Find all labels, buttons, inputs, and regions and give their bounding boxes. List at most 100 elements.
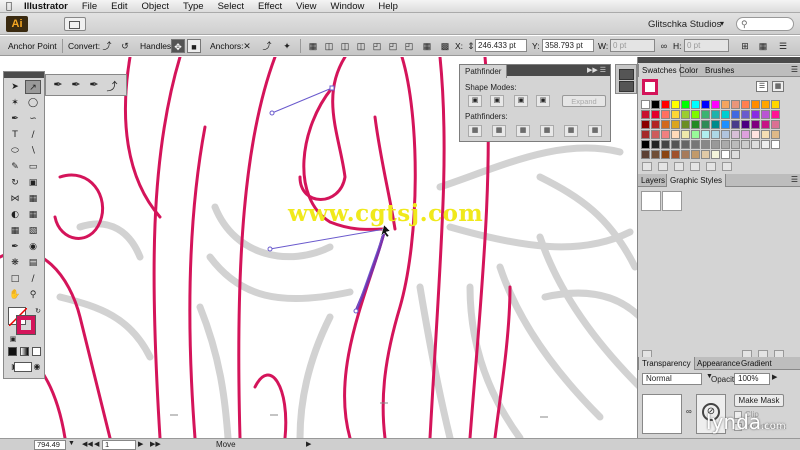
color-swatch[interactable] — [681, 110, 690, 119]
menu-effect[interactable]: Effect — [258, 1, 282, 12]
color-swatch[interactable] — [761, 130, 770, 139]
color-swatch[interactable] — [751, 110, 760, 119]
pen-tool-icon[interactable]: ✒ — [50, 78, 66, 92]
artboard-field[interactable]: 1 — [102, 440, 136, 450]
h-field[interactable]: 0 pt — [684, 39, 729, 52]
ellipse-tool-icon[interactable]: ⬭ — [7, 144, 23, 158]
color-swatch[interactable] — [701, 120, 710, 129]
color-swatch[interactable] — [671, 110, 680, 119]
color-swatch[interactable] — [741, 140, 750, 149]
list-view-icon[interactable]: ☰ — [756, 81, 768, 92]
color-swatch[interactable] — [701, 140, 710, 149]
type-tool-icon[interactable]: T — [7, 128, 23, 142]
zoom-caret-icon[interactable]: ▼ — [68, 440, 75, 447]
show-kinds-icon[interactable] — [658, 162, 668, 171]
color-swatch[interactable] — [721, 120, 730, 129]
blend-mode-select[interactable]: Normal — [642, 373, 702, 385]
tab-swatches[interactable]: Swatches — [638, 64, 681, 77]
color-swatch[interactable] — [751, 130, 760, 139]
color-swatch[interactable] — [711, 100, 720, 109]
color-swatch[interactable] — [691, 120, 700, 129]
grid-view-icon[interactable]: ▦ — [772, 81, 784, 92]
color-swatch[interactable] — [641, 120, 650, 129]
color-swatch[interactable] — [681, 100, 690, 109]
menu-type[interactable]: Type — [183, 1, 204, 12]
color-mode-button[interactable] — [8, 347, 17, 356]
align-center-icon[interactable]: ◫ — [338, 39, 352, 53]
cut-path-icon[interactable]: ✦ — [280, 39, 294, 53]
delete-swatch-icon[interactable] — [722, 162, 732, 171]
minus-back-button[interactable]: ▦ — [588, 125, 602, 137]
color-swatch[interactable] — [681, 140, 690, 149]
color-swatch[interactable] — [641, 140, 650, 149]
panel-menu-icon[interactable]: ☰ — [776, 39, 790, 53]
apple-icon[interactable]:  — [6, 1, 12, 12]
new-color-group-icon[interactable] — [690, 162, 700, 171]
symbol-sprayer-tool-icon[interactable]: ❋ — [7, 256, 23, 270]
color-swatch[interactable] — [651, 130, 660, 139]
tab-layers[interactable]: Layers — [638, 174, 668, 187]
blob-brush-tool-icon[interactable]: ✎ — [7, 160, 23, 174]
color-swatch[interactable] — [751, 100, 760, 109]
next-artboard-icon[interactable]: ▶ — [138, 440, 143, 448]
gradient-mode-button[interactable] — [20, 347, 29, 356]
collapsed-panel-icon[interactable] — [619, 81, 634, 92]
anchor-point-tool-icon[interactable]: ⤴ — [104, 78, 120, 93]
curvature-tool-icon[interactable]: ∽ — [25, 112, 41, 126]
color-swatch[interactable] — [721, 130, 730, 139]
new-swatch-icon[interactable] — [706, 162, 716, 171]
align-left-icon[interactable]: ◫ — [322, 39, 336, 53]
color-swatch[interactable] — [691, 150, 700, 159]
connect-anchor-icon[interactable]: ⤴ — [260, 39, 274, 53]
panel-collapse-icon[interactable]: ▶▶ ☰ — [587, 66, 606, 74]
lasso-tool-icon[interactable]: ◯ — [25, 96, 41, 110]
exclude-button[interactable]: ▣ — [536, 95, 550, 107]
show-handles-icon[interactable]: ✥ — [171, 39, 185, 53]
object-thumbnail[interactable] — [642, 394, 682, 434]
collapsed-panel-icon[interactable] — [619, 69, 634, 80]
free-transform-tool-icon[interactable]: ▦ — [25, 192, 41, 206]
make-mask-button[interactable]: Make Mask — [734, 394, 784, 407]
color-swatch[interactable] — [651, 100, 660, 109]
color-swatch[interactable] — [671, 120, 680, 129]
swap-fill-stroke-icon[interactable]: ↻ — [30, 304, 46, 318]
color-swatch[interactable] — [661, 100, 670, 109]
tab-brushes[interactable]: Brushes — [702, 64, 737, 77]
color-swatch[interactable] — [771, 140, 780, 149]
color-swatch[interactable] — [731, 140, 740, 149]
color-swatch[interactable] — [721, 140, 730, 149]
align-to-icon[interactable]: ▦ — [420, 39, 434, 53]
color-swatch[interactable] — [671, 100, 680, 109]
tools-panel-header[interactable] — [4, 72, 44, 78]
color-swatch[interactable] — [731, 130, 740, 139]
perspective-grid-tool-icon[interactable]: ▦ — [25, 208, 41, 222]
transform-icon[interactable]: ⊞ — [738, 39, 752, 53]
color-swatch[interactable] — [641, 150, 650, 159]
scale-tool-icon[interactable]: ▣ — [25, 176, 41, 190]
align-right-icon[interactable]: ◫ — [354, 39, 368, 53]
reference-point-icon[interactable]: ▩ — [438, 39, 452, 53]
align-top-icon[interactable]: ◰ — [370, 39, 384, 53]
color-swatch[interactable] — [731, 120, 740, 129]
menu-object[interactable]: Object — [142, 1, 169, 12]
color-swatch[interactable] — [651, 140, 660, 149]
color-swatch[interactable] — [731, 100, 740, 109]
rotate-tool-icon[interactable]: ↻ — [7, 176, 23, 190]
graphic-style-tile[interactable] — [662, 191, 682, 211]
color-swatch[interactable] — [761, 100, 770, 109]
color-swatch[interactable] — [691, 100, 700, 109]
color-swatch[interactable] — [721, 110, 730, 119]
hide-handles-icon[interactable]: ■ — [187, 39, 201, 53]
tab-color[interactable]: Color — [676, 64, 701, 77]
artboard-tool-icon[interactable]: □ — [7, 272, 23, 286]
swatch-libraries-icon[interactable] — [642, 162, 652, 171]
tab-graphic-styles[interactable]: Graphic Styles — [666, 174, 727, 187]
zoom-field[interactable]: 794.49 — [34, 440, 66, 450]
color-swatch[interactable] — [731, 150, 740, 159]
search-input[interactable]: ⚲ — [736, 17, 794, 31]
default-fill-stroke-icon[interactable]: ▣ — [5, 332, 21, 346]
color-swatch[interactable] — [691, 140, 700, 149]
color-swatch[interactable] — [761, 140, 770, 149]
menu-edit[interactable]: Edit — [111, 1, 127, 12]
convert-smooth-icon[interactable]: ↺ — [118, 39, 132, 53]
